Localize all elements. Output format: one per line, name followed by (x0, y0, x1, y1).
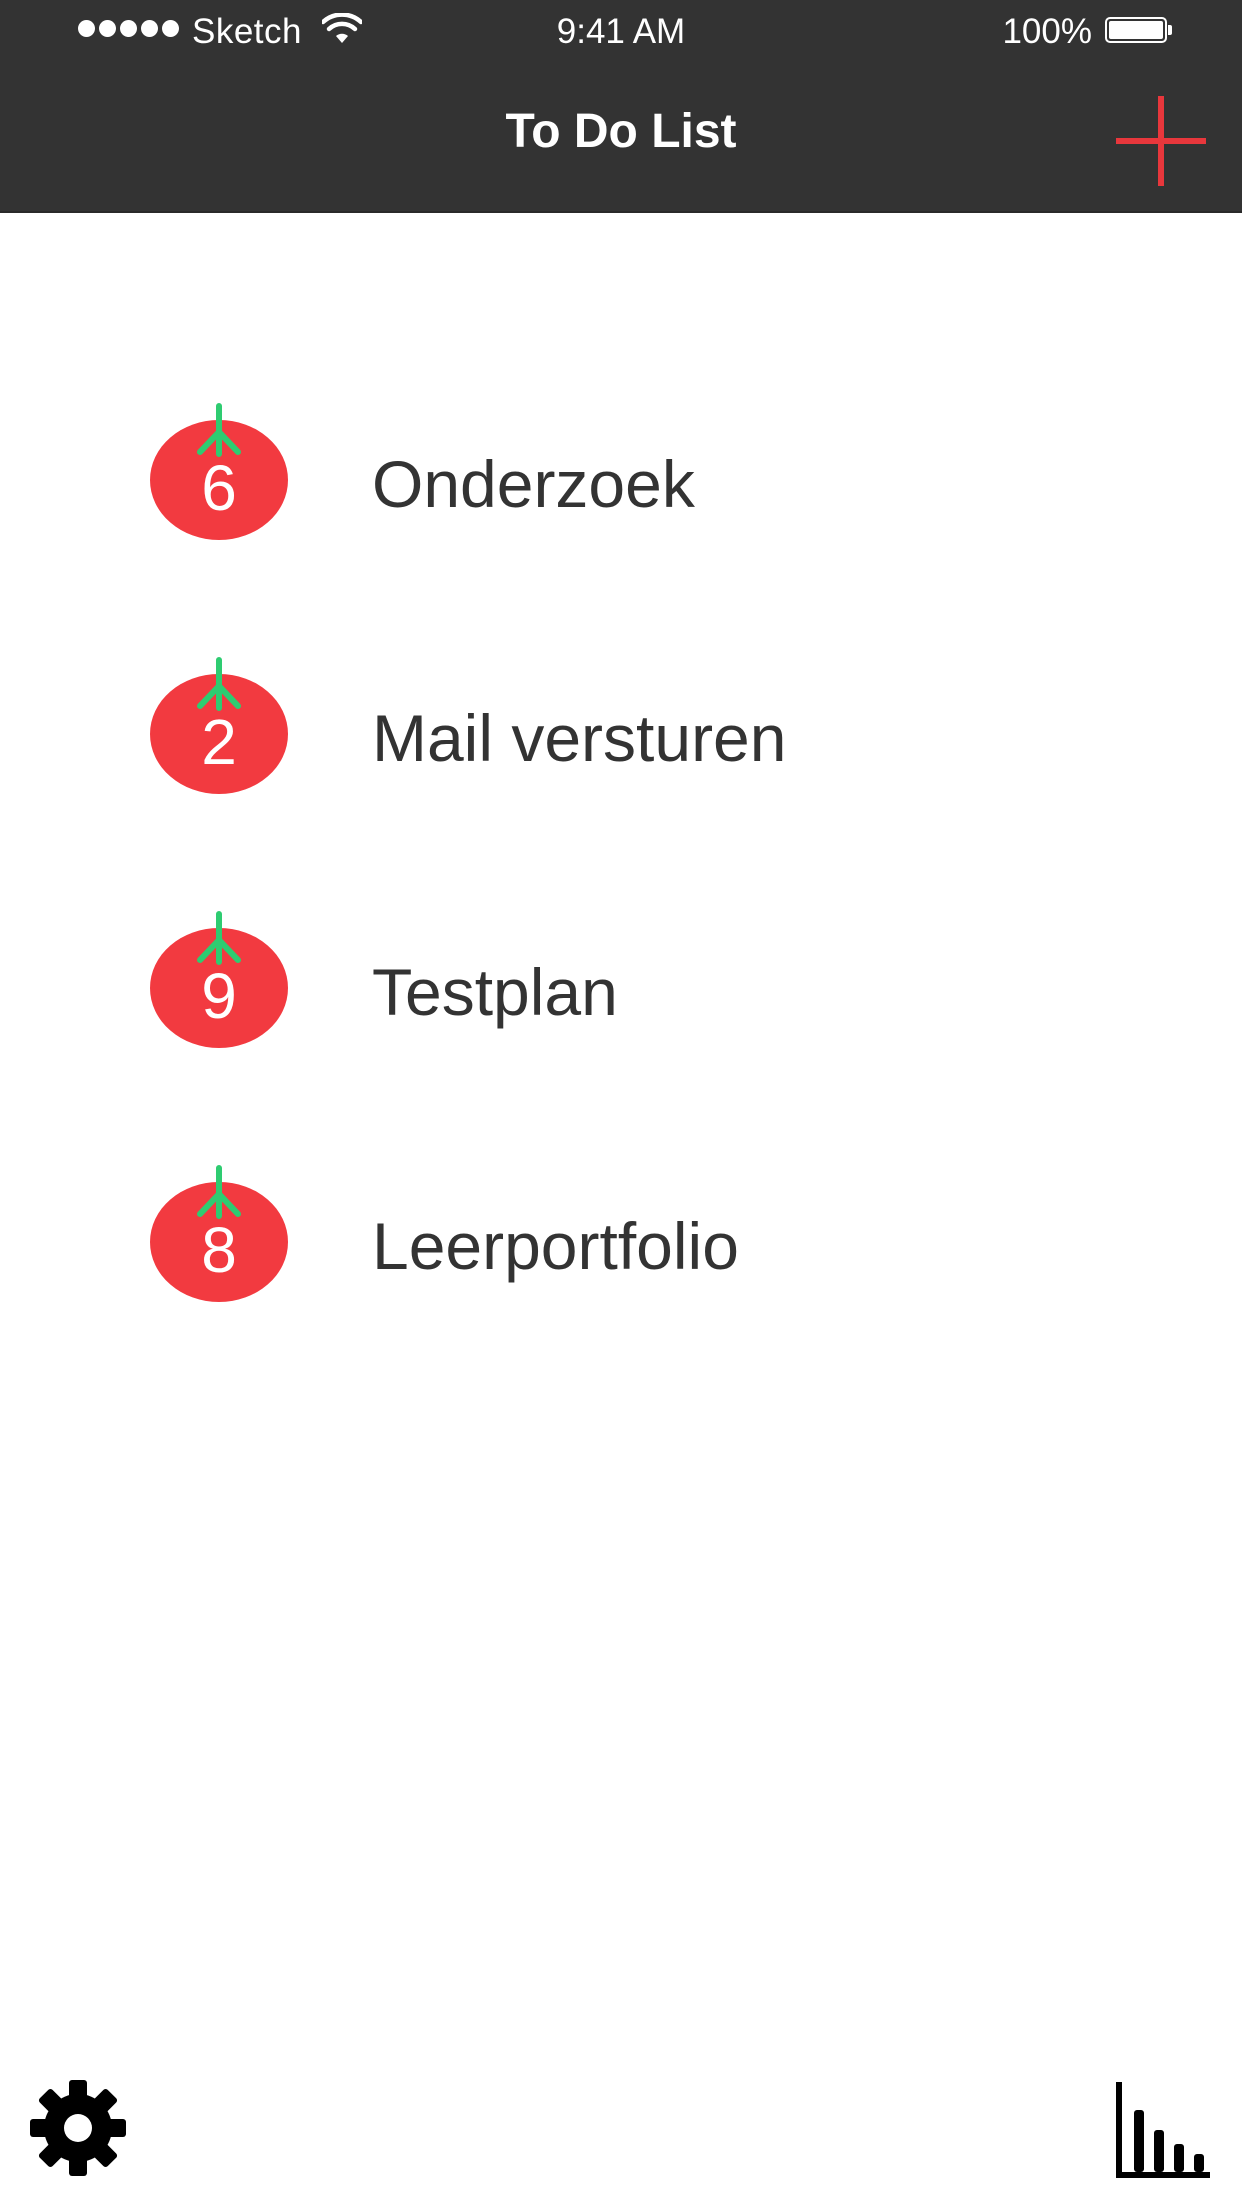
task-row[interactable]: 2 Mail versturen (0, 656, 1242, 816)
statistics-button[interactable] (1112, 2078, 1212, 2180)
task-row[interactable]: 8 Leerportfolio (0, 1164, 1242, 1324)
page-title: To Do List (505, 105, 737, 158)
gear-icon (30, 2080, 126, 2176)
pomodoro-count: 2 (201, 706, 237, 778)
task-label: Leerportfolio (372, 1209, 739, 1283)
task-label: Mail versturen (372, 701, 787, 775)
task-row[interactable]: 9 Testplan (0, 910, 1242, 1070)
todo-screen: Sketch 9:41 AM 100% To Do List 6 Onderzo… (0, 0, 1242, 2208)
pomodoro-count: 6 (201, 452, 237, 524)
task-label: Testplan (372, 955, 618, 1029)
add-task-button[interactable] (1116, 96, 1206, 186)
settings-button[interactable] (28, 2078, 128, 2178)
task-label: Onderzoek (372, 447, 695, 521)
pomodoro-count: 8 (201, 1214, 237, 1286)
pomodoro-count: 9 (201, 960, 237, 1032)
tomato-icon: 8 (148, 1164, 290, 1304)
battery-percentage: 100% (1002, 12, 1092, 51)
bar-chart-icon (1116, 2082, 1210, 2178)
tomato-icon: 6 (148, 402, 290, 542)
tomato-icon: 9 (148, 910, 290, 1050)
tomato-icon: 2 (148, 656, 290, 796)
task-row[interactable]: 6 Onderzoek (0, 402, 1242, 562)
battery-icon (1105, 17, 1172, 43)
navigation-bar: Sketch 9:41 AM 100% To Do List (0, 0, 1242, 213)
status-bar: Sketch 9:41 AM 100% (0, 0, 1242, 62)
